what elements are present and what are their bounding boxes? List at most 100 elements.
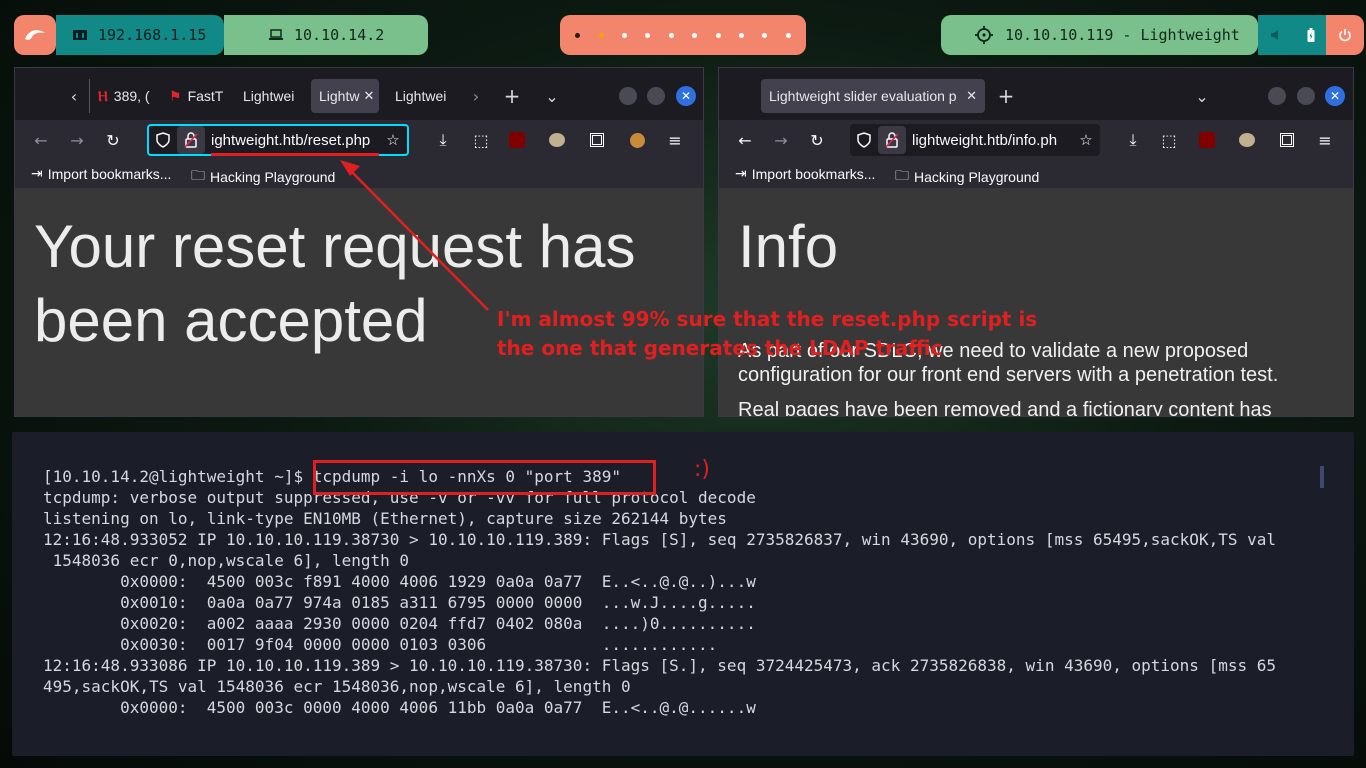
- tab-bar: ‹ Ⲏ 389, ( ⚑ FastT Lightwei Lightw ✕ Lig…: [15, 68, 703, 120]
- bookmarks-bar: ⇥ Import bookmarks... 🗀 Hacking Playgrou…: [719, 160, 1353, 188]
- import-icon: ⇥: [31, 165, 43, 181]
- workspace-7[interactable]: [715, 32, 721, 38]
- close-window-button[interactable]: ✕: [676, 86, 696, 106]
- browser-window-left: ‹ Ⲏ 389, ( ⚑ FastT Lightwei Lightw ✕ Lig…: [14, 67, 704, 417]
- reload-button[interactable]: ↻: [805, 128, 829, 152]
- bookmark-label: Import bookmarks...: [751, 165, 876, 182]
- tab-label: FastT: [187, 88, 224, 104]
- insecure-lock-icon[interactable]: [177, 126, 205, 154]
- shield-icon[interactable]: [850, 126, 878, 154]
- url-text[interactable]: ightweight.htb/reset.php: [205, 132, 379, 149]
- close-tab-icon[interactable]: ✕: [363, 88, 374, 104]
- cookie-icon[interactable]: [625, 128, 649, 152]
- reload-button[interactable]: ↻: [101, 128, 125, 152]
- terminal-scrollbar[interactable]: [1320, 466, 1324, 488]
- page-content: Info As part of our SDLC, we need to val…: [719, 188, 1353, 416]
- tab-1[interactable]: Ⲏ 389, (: [89, 79, 155, 113]
- annotation-note: I'm almost 99% sure that the reset.php s…: [497, 307, 1038, 360]
- page-title: Info: [738, 213, 839, 280]
- menu-icon[interactable]: ≡: [663, 128, 687, 152]
- browser-window-right: Lightweight slider evaluation p ✕ + ⌄ ✕ …: [718, 67, 1354, 417]
- annotation-command-box: [313, 460, 656, 495]
- tab-scroll-right-button[interactable]: ›: [463, 79, 489, 113]
- workspace-10[interactable]: [785, 32, 791, 38]
- tab-label: 389, (: [113, 88, 150, 104]
- terminal-line: tcpdump: verbose output suppressed, use …: [43, 488, 756, 507]
- workspace-5[interactable]: [668, 32, 674, 38]
- list-tabs-button[interactable]: ⌄: [1189, 79, 1215, 113]
- kali-dragon-icon: [24, 27, 46, 43]
- forward-button[interactable]: →: [769, 128, 793, 152]
- insecure-lock-icon[interactable]: [878, 126, 906, 154]
- tab-3[interactable]: Lightwei: [235, 79, 311, 113]
- tab-label: Lightwei: [395, 88, 447, 104]
- tab-bar: Lightweight slider evaluation p ✕ + ⌄ ✕: [719, 68, 1353, 120]
- battery-icon[interactable]: [1307, 28, 1315, 42]
- minimize-button[interactable]: [1268, 87, 1286, 105]
- kali-menu-button[interactable]: [14, 15, 56, 55]
- nav-bar: ← → ↻ lightweight.htb/info.ph ☆ ⤓ ⬚ ≡: [719, 120, 1353, 160]
- menu-icon[interactable]: ≡: [1313, 128, 1337, 152]
- network-icon: [72, 28, 88, 42]
- target-indicator: 10.10.10.119 - Lightweight: [941, 15, 1258, 55]
- bookmark-folder-hacking[interactable]: 🗀 Hacking Playground: [895, 165, 1039, 189]
- new-tab-button[interactable]: +: [993, 79, 1019, 113]
- extensions-icon[interactable]: ⬚: [1157, 128, 1181, 152]
- url-bar[interactable]: ightweight.htb/reset.php ☆: [147, 124, 409, 156]
- tab-active[interactable]: Lightweight slider evaluation p ✕: [761, 79, 985, 113]
- maximize-button[interactable]: [647, 87, 665, 105]
- minimize-button[interactable]: [619, 87, 637, 105]
- terminal-window[interactable]: [10.10.14.2@lightweight ~]$ tcpdump -i l…: [12, 432, 1354, 756]
- close-window-button[interactable]: ✕: [1325, 86, 1345, 106]
- workspace-4[interactable]: [645, 32, 651, 38]
- downloads-icon[interactable]: ⤓: [431, 128, 455, 152]
- info-paragraph-2: Real pages have been removed and a ficti…: [738, 399, 1272, 416]
- tab-4-active[interactable]: Lightw ✕: [311, 79, 379, 113]
- url-bar[interactable]: lightweight.htb/info.ph ☆: [850, 124, 1100, 156]
- workspace-2[interactable]: [598, 32, 604, 38]
- back-button[interactable]: ←: [29, 128, 53, 152]
- qr-code-icon[interactable]: [1275, 128, 1299, 152]
- downloads-icon[interactable]: ⤓: [1121, 128, 1145, 152]
- tab-label: Lightwei: [243, 88, 295, 104]
- folder-icon: 🗀: [191, 167, 205, 183]
- terminal-line: 12:16:48.933052 IP 10.10.10.119.38730 > …: [43, 530, 1276, 549]
- power-button[interactable]: [1326, 15, 1364, 55]
- bookmark-folder-hacking[interactable]: 🗀 Hacking Playground: [191, 165, 335, 189]
- workspace-8[interactable]: [738, 32, 744, 38]
- workspace-switcher[interactable]: [560, 15, 806, 55]
- new-tab-button[interactable]: +: [499, 79, 525, 113]
- owl-extension-icon[interactable]: [1235, 128, 1259, 152]
- close-tab-icon[interactable]: ✕: [966, 88, 977, 104]
- url-text[interactable]: lightweight.htb/info.ph: [906, 132, 1072, 149]
- tab-label: Lightweight slider evaluation p: [769, 88, 957, 104]
- qr-code-icon[interactable]: [585, 128, 609, 152]
- terminal-line: 0x0000: 4500 003c 0000 4000 4006 11bb 0a…: [43, 698, 756, 717]
- volume-icon[interactable]: [1270, 29, 1284, 41]
- bookmark-import[interactable]: ⇥ Import bookmarks...: [31, 165, 171, 182]
- ublock-icon[interactable]: [505, 128, 529, 152]
- forward-button[interactable]: →: [65, 128, 89, 152]
- shield-icon[interactable]: [149, 126, 177, 154]
- bookmark-label: Hacking Playground: [210, 169, 336, 185]
- bookmark-star-icon[interactable]: ☆: [1072, 126, 1100, 154]
- workspace-9[interactable]: [762, 32, 768, 38]
- tab-2[interactable]: ⚑ FastT: [161, 79, 231, 113]
- bookmark-import[interactable]: ⇥ Import bookmarks...: [735, 165, 875, 182]
- bookmark-star-icon[interactable]: ☆: [379, 126, 407, 154]
- workspace-1[interactable]: [575, 32, 581, 38]
- list-tabs-button[interactable]: ⌄: [539, 79, 565, 113]
- tab-5[interactable]: Lightwei: [387, 79, 459, 113]
- workspace-3[interactable]: [621, 32, 627, 38]
- ublock-icon[interactable]: [1195, 128, 1219, 152]
- back-button[interactable]: ←: [733, 128, 757, 152]
- extensions-icon[interactable]: ⬚: [469, 128, 493, 152]
- workspace-6[interactable]: [692, 32, 698, 38]
- import-icon: ⇥: [735, 165, 747, 181]
- local-ip-indicator: 192.168.1.15: [56, 15, 224, 55]
- owl-extension-icon[interactable]: [545, 128, 569, 152]
- maximize-button[interactable]: [1297, 87, 1315, 105]
- bookmarks-bar: ⇥ Import bookmarks... 🗀 Hacking Playgrou…: [15, 160, 703, 188]
- kali-tab-icon: ⚑: [169, 87, 182, 104]
- tab-scroll-left-button[interactable]: ‹: [61, 79, 87, 113]
